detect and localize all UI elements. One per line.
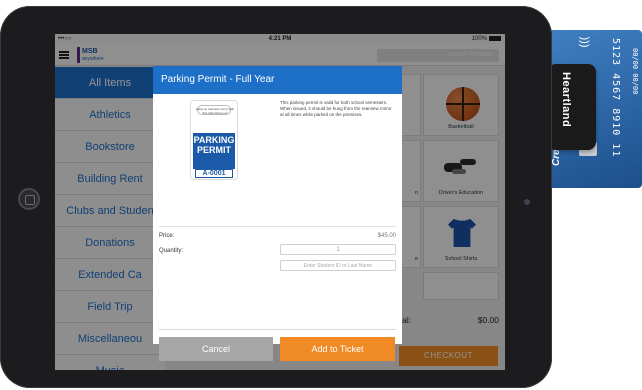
card-number: 5123 4567 8910 11 bbox=[610, 38, 621, 158]
add-to-ticket-button[interactable]: Add to Ticket bbox=[280, 337, 395, 361]
permit-number: A-0001 bbox=[195, 169, 233, 178]
product-description: This parking permit is valid for both sc… bbox=[280, 100, 392, 117]
card-expiry: 00/00 00/00 bbox=[631, 48, 639, 95]
cancel-button[interactable]: Cancel bbox=[159, 337, 273, 361]
quantity-input[interactable]: 1 bbox=[280, 244, 396, 255]
divider bbox=[159, 226, 396, 227]
modal-header: Parking Permit - Full Year bbox=[153, 66, 402, 94]
tablet-frame: •••○○ 4:21 PM 100% MSB anywhere Search P… bbox=[0, 6, 552, 388]
divider bbox=[159, 329, 396, 330]
permit-instructions: Hang on rearview mirror with this side f… bbox=[195, 107, 235, 115]
permit-title: PARKING PERMIT bbox=[193, 133, 235, 169]
product-modal: Parking Permit - Full Year Hang on rearv… bbox=[153, 66, 402, 361]
student-id-input[interactable]: Enter Student ID or Last Name bbox=[280, 260, 396, 271]
modal-title: Parking Permit - Full Year bbox=[161, 74, 275, 85]
card-reader: Heartland bbox=[548, 64, 596, 150]
home-button[interactable] bbox=[18, 188, 40, 210]
screen: •••○○ 4:21 PM 100% MSB anywhere Search P… bbox=[55, 34, 505, 370]
camera-icon bbox=[524, 199, 530, 205]
price-label: Price: bbox=[159, 233, 175, 239]
reader-brand: Heartland bbox=[560, 72, 572, 128]
contactless-icon: ))) bbox=[578, 36, 591, 48]
stage: ))) 5123 4567 8910 11 00/00 00/00 Credi … bbox=[0, 0, 642, 390]
product-image: Hang on rearview mirror with this side f… bbox=[190, 100, 238, 180]
price-value: $45.00 bbox=[377, 233, 396, 239]
quantity-label: Quantity: bbox=[159, 248, 184, 254]
